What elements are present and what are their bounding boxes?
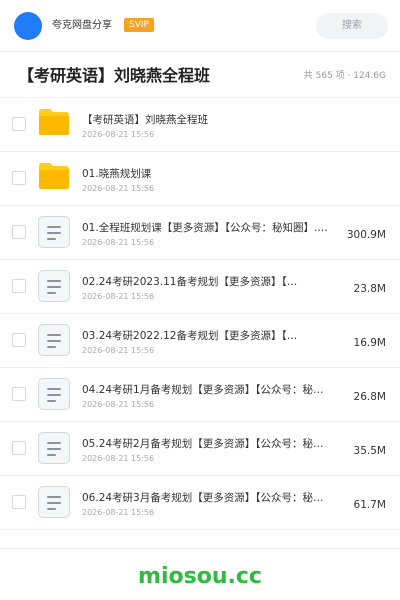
file-name[interactable]: 02.24考研2023.11备考规划【更多资源】【…: [82, 275, 344, 289]
header-bar: 夸克网盘分享 SVIP 搜索: [0, 0, 400, 52]
file-date: 2026-08-21 15:56: [82, 130, 155, 139]
row-checkbox[interactable]: [12, 279, 26, 293]
file-date: 2026-08-21 15:56: [82, 508, 155, 517]
file-size: 35.5M: [353, 445, 386, 457]
page-title: 【考研英语】刘晓燕全程班: [18, 66, 211, 85]
vip-badge: SVIP: [124, 18, 154, 32]
row-checkbox[interactable]: [12, 441, 26, 455]
file-size: 300.9M: [346, 229, 386, 241]
folder-icon: [39, 163, 69, 189]
document-icon: [38, 324, 70, 356]
file-size: 26.8M: [353, 391, 386, 403]
row-checkbox[interactable]: [12, 333, 26, 347]
file-name[interactable]: 06.24考研3月备考规划【更多资源】【公众号：秘…: [82, 491, 344, 505]
search-button[interactable]: 搜索: [316, 13, 388, 39]
folder-icon: [39, 109, 69, 135]
file-size: 23.8M: [353, 283, 386, 295]
footer: miosou.cc: [0, 548, 400, 600]
file-date: 2026-08-21 15:56: [82, 238, 155, 247]
document-icon: [38, 378, 70, 410]
document-icon: [38, 270, 70, 302]
file-name[interactable]: 【考研英语】刘晓燕全程班: [82, 113, 344, 127]
file-row[interactable]: 03.24考研2022.12备考规划【更多资源】【… 2026-08-21 15…: [0, 314, 400, 368]
item-summary: 共 565 项 · 124.6G: [303, 71, 386, 81]
file-row[interactable]: 06.24考研3月备考规划【更多资源】【公众号：秘… 2026-08-21 15…: [0, 476, 400, 530]
row-checkbox[interactable]: [12, 225, 26, 239]
document-icon: [38, 432, 70, 464]
file-date: 2026-08-21 15:56: [82, 454, 155, 463]
file-name[interactable]: 05.24考研2月备考规划【更多资源】【公众号：秘…: [82, 437, 344, 451]
file-name[interactable]: 04.24考研1月备考规划【更多资源】【公众号：秘…: [82, 383, 344, 397]
file-date: 2026-08-21 15:56: [82, 184, 155, 193]
site-watermark: miosou.cc: [138, 564, 262, 589]
file-date: 2026-08-21 15:56: [82, 346, 155, 355]
file-date: 2026-08-21 15:56: [82, 400, 155, 409]
row-checkbox[interactable]: [12, 495, 26, 509]
file-row[interactable]: 【考研英语】刘晓燕全程班 2026-08-21 15:56: [0, 98, 400, 152]
file-date: 2026-08-21 15:56: [82, 292, 155, 301]
file-list: 【考研英语】刘晓燕全程班 2026-08-21 15:56 01.晓燕规划课 2…: [0, 98, 400, 530]
file-name[interactable]: 01.晓燕规划课: [82, 167, 344, 181]
file-row[interactable]: 02.24考研2023.11备考规划【更多资源】【… 2026-08-21 15…: [0, 260, 400, 314]
file-size: 16.9M: [353, 337, 386, 349]
app-name: 夸克网盘分享: [52, 20, 112, 31]
row-checkbox[interactable]: [12, 387, 26, 401]
document-icon: [38, 486, 70, 518]
file-size: 61.7M: [353, 499, 386, 511]
file-name[interactable]: 03.24考研2022.12备考规划【更多资源】【…: [82, 329, 344, 343]
file-row[interactable]: 01.晓燕规划课 2026-08-21 15:56: [0, 152, 400, 206]
title-bar: 【考研英语】刘晓燕全程班 共 565 项 · 124.6G: [0, 52, 400, 98]
document-icon: [38, 216, 70, 248]
row-checkbox[interactable]: [12, 117, 26, 131]
file-name[interactable]: 01.全程班规划课【更多资源】【公众号：秘知圈】.…: [82, 221, 344, 235]
row-checkbox[interactable]: [12, 171, 26, 185]
file-row[interactable]: 04.24考研1月备考规划【更多资源】【公众号：秘… 2026-08-21 15…: [0, 368, 400, 422]
avatar[interactable]: [14, 12, 42, 40]
file-row[interactable]: 01.全程班规划课【更多资源】【公众号：秘知圈】.… 2026-08-21 15…: [0, 206, 400, 260]
file-row[interactable]: 05.24考研2月备考规划【更多资源】【公众号：秘… 2026-08-21 15…: [0, 422, 400, 476]
